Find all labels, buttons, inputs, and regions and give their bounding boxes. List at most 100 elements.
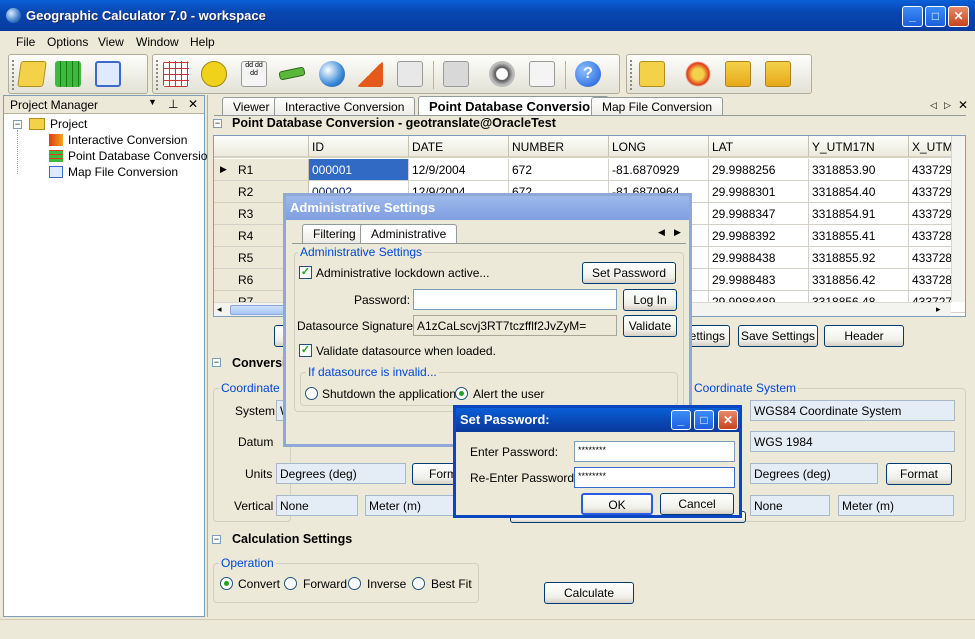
- dropdown-icon[interactable]: ▼: [148, 97, 157, 107]
- projection-grid-icon[interactable]: [163, 61, 189, 87]
- set-password-button[interactable]: Set Password: [582, 262, 676, 284]
- source-vertical-unit-field[interactable]: Meter (m): [365, 495, 457, 516]
- table-cell[interactable]: 29.9988483: [709, 269, 809, 291]
- source-vertical-field[interactable]: None: [276, 495, 358, 516]
- save-settings-button[interactable]: Save Settings: [738, 325, 818, 347]
- maximize-button[interactable]: □: [925, 6, 946, 27]
- vertical-scrollbar[interactable]: [951, 136, 965, 302]
- table-cell[interactable]: 29.9988256: [709, 159, 809, 181]
- globe-icon[interactable]: [319, 61, 345, 87]
- menu-window[interactable]: Window: [136, 35, 179, 49]
- password-input[interactable]: [413, 289, 617, 310]
- conversion-collapse-icon[interactable]: −: [212, 358, 221, 367]
- setpw-minimize-button[interactable]: _: [671, 410, 691, 430]
- datum-icon[interactable]: [529, 61, 555, 87]
- header-button[interactable]: Header: [824, 325, 904, 347]
- source-format-button[interactable]: Form: [412, 463, 458, 485]
- tab-scroll-left-icon[interactable]: ◁: [930, 100, 937, 111]
- forward-radio[interactable]: [284, 577, 297, 590]
- tree-collapse-icon[interactable]: −: [13, 120, 22, 129]
- help-icon[interactable]: ?: [575, 61, 601, 87]
- lockdown-checkbox[interactable]: ✓: [299, 266, 312, 279]
- tab-administrative[interactable]: Administrative: [360, 224, 458, 243]
- log-in-button[interactable]: Log In: [623, 289, 677, 311]
- new-icon[interactable]: [17, 61, 47, 87]
- tree-item-point-db[interactable]: Point Database Conversion: [68, 149, 214, 163]
- close-panel-icon[interactable]: ✕: [188, 97, 198, 111]
- triangle-icon[interactable]: [201, 61, 227, 87]
- column-header[interactable]: LONG: [609, 136, 709, 158]
- tree-item-interactive[interactable]: Interactive Conversion: [68, 133, 187, 147]
- table-cell[interactable]: 29.9988301: [709, 181, 809, 203]
- tab-scroll-right-icon[interactable]: ▷: [944, 100, 951, 111]
- calculation-collapse-icon[interactable]: −: [212, 535, 221, 544]
- tab-filtering[interactable]: Filtering: [302, 224, 367, 243]
- tab-close-icon[interactable]: ✕: [958, 98, 968, 112]
- export-icon[interactable]: [765, 61, 791, 87]
- target-vertical-field[interactable]: None: [750, 495, 830, 516]
- menu-help[interactable]: Help: [190, 35, 215, 49]
- inverse-radio[interactable]: [348, 577, 361, 590]
- best-fit-radio[interactable]: [412, 577, 425, 590]
- setpw-maximize-button[interactable]: □: [694, 410, 714, 430]
- minimize-button[interactable]: _: [902, 6, 923, 27]
- column-header[interactable]: ID: [309, 136, 409, 158]
- pin-icon[interactable]: ⊥: [168, 97, 178, 111]
- lookup-icon[interactable]: [489, 61, 515, 87]
- column-header[interactable]: Y_UTM17N: [809, 136, 909, 158]
- reenter-password-input[interactable]: ********: [574, 467, 735, 488]
- target-vertical-unit-field[interactable]: Meter (m): [838, 495, 954, 516]
- table-cell[interactable]: 3318854.40: [809, 181, 909, 203]
- calculate-button[interactable]: Calculate: [544, 582, 634, 604]
- print-icon[interactable]: [443, 61, 469, 87]
- table-cell[interactable]: 29.9988347: [709, 203, 809, 225]
- table-cell[interactable]: 3318856.42: [809, 269, 909, 291]
- table-cell[interactable]: 29.9988392: [709, 225, 809, 247]
- tab-viewer[interactable]: Viewer: [222, 97, 281, 116]
- validate-on-load-checkbox[interactable]: ✓: [299, 344, 312, 357]
- run-icon[interactable]: [725, 61, 751, 87]
- alert-radio[interactable]: [455, 387, 468, 400]
- target-units-field[interactable]: Degrees (deg): [750, 463, 878, 484]
- row-header[interactable]: R1: [214, 159, 309, 181]
- menu-view[interactable]: View: [98, 35, 124, 49]
- target-system-field[interactable]: WGS84 Coordinate System: [750, 400, 955, 421]
- angle-icon[interactable]: [357, 61, 383, 87]
- source-units-field[interactable]: Degrees (deg): [276, 463, 406, 484]
- burst-icon[interactable]: [685, 61, 711, 87]
- convert-radio[interactable]: [220, 577, 233, 590]
- target-datum-field[interactable]: WGS 1984: [750, 431, 955, 452]
- table-cell[interactable]: 3318855.41: [809, 225, 909, 247]
- table-cell[interactable]: -81.6870929: [609, 159, 709, 181]
- target-format-button[interactable]: Format: [886, 463, 952, 485]
- table-cell[interactable]: 3318853.90: [809, 159, 909, 181]
- ruler-icon[interactable]: [278, 66, 306, 81]
- table-cell[interactable]: 29.9988438: [709, 247, 809, 269]
- transform-icon[interactable]: [397, 61, 423, 87]
- edit-icon[interactable]: [95, 61, 121, 87]
- tab-interactive-conversion[interactable]: Interactive Conversion: [274, 97, 416, 116]
- table-cell[interactable]: 3318854.91: [809, 203, 909, 225]
- ok-button[interactable]: OK: [581, 493, 653, 515]
- column-header[interactable]: NUMBER: [509, 136, 609, 158]
- tab-map-file-conversion[interactable]: Map File Conversion: [591, 97, 724, 116]
- table-cell[interactable]: 12/9/2004: [409, 159, 509, 181]
- section-collapse-icon[interactable]: −: [213, 119, 222, 128]
- open-folder-icon[interactable]: [639, 61, 665, 87]
- cancel-button[interactable]: Cancel: [660, 493, 734, 515]
- tab-point-database-conversion[interactable]: Point Database Conversion: [418, 96, 610, 116]
- menu-options[interactable]: Options: [47, 35, 88, 49]
- column-header[interactable]: LAT: [709, 136, 809, 158]
- setpw-close-button[interactable]: ✕: [718, 410, 738, 430]
- table-cell[interactable]: 672: [509, 159, 609, 181]
- grid-icon[interactable]: [55, 61, 81, 87]
- enter-password-input[interactable]: ********: [574, 441, 735, 462]
- column-header[interactable]: DATE: [409, 136, 509, 158]
- table-cell[interactable]: 3318855.92: [809, 247, 909, 269]
- coordinates-icon[interactable]: dd dd dd: [241, 61, 267, 87]
- tree-item-map-file[interactable]: Map File Conversion: [68, 165, 178, 179]
- menu-file[interactable]: File: [16, 35, 35, 49]
- validate-button[interactable]: Validate: [623, 315, 677, 337]
- tree-item-project[interactable]: Project: [50, 117, 87, 131]
- table-cell[interactable]: 000001: [309, 159, 409, 181]
